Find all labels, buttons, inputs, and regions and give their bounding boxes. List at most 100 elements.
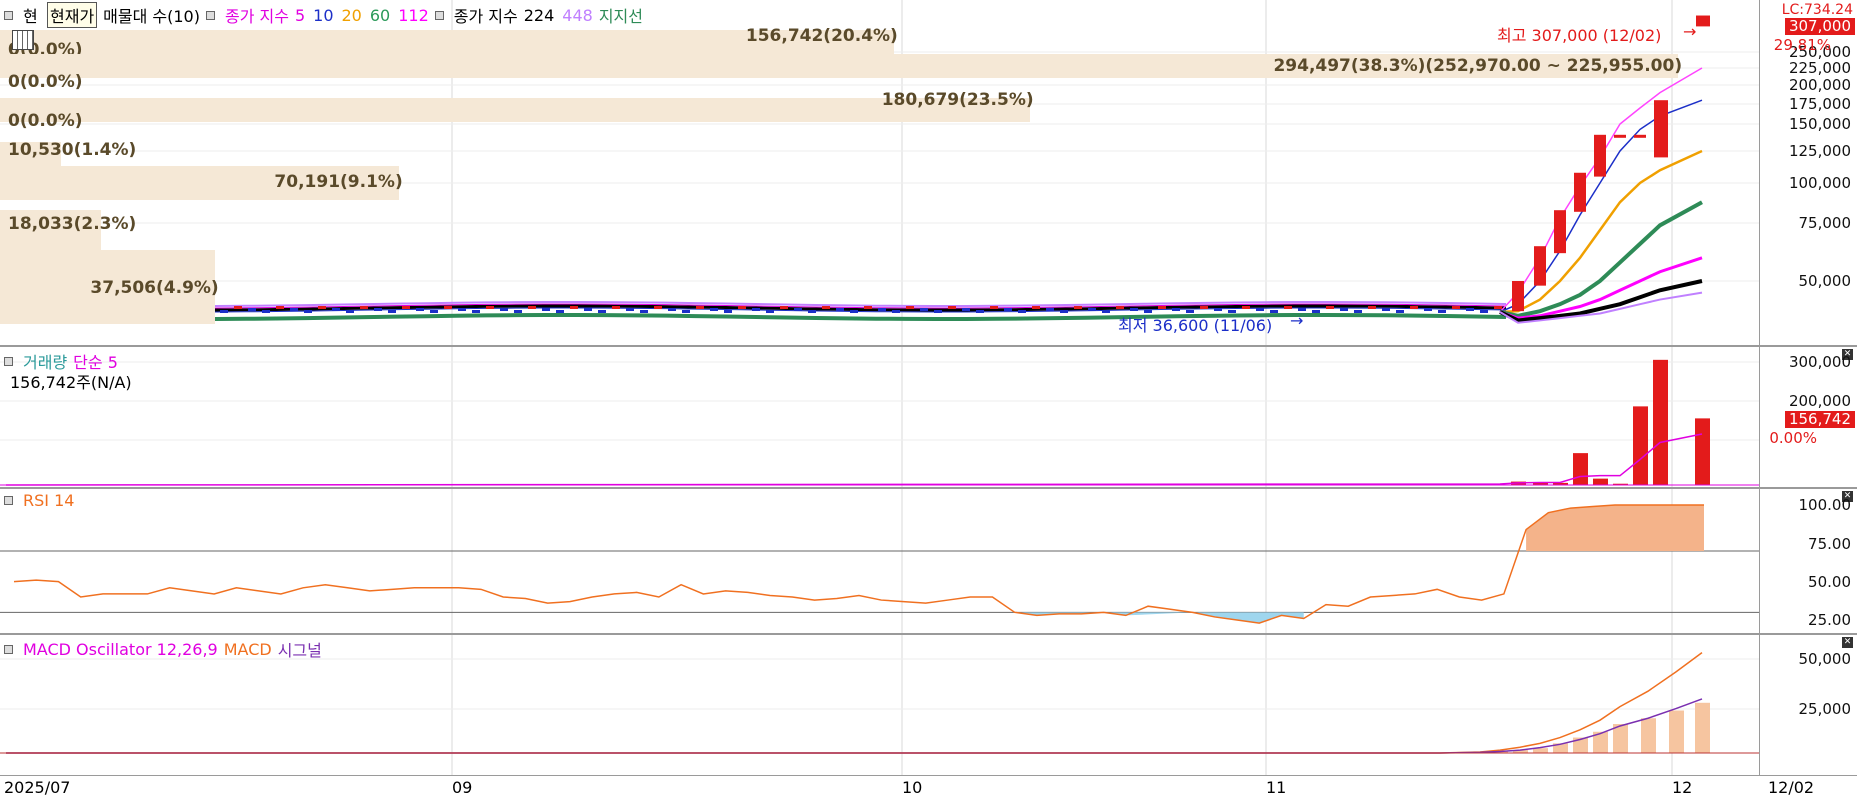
candle bbox=[1512, 281, 1524, 312]
x-axis-label: 10 bbox=[902, 778, 923, 797]
candle bbox=[346, 310, 354, 313]
axis-tick: 200,000 bbox=[1788, 76, 1851, 94]
volume-profile-label: 37,506(4.9%) bbox=[90, 278, 219, 298]
signal-label: 시그널 bbox=[277, 641, 322, 660]
calculator-icon[interactable] bbox=[12, 30, 34, 50]
x-axis-label: 11 bbox=[1266, 778, 1287, 797]
candle bbox=[388, 310, 396, 313]
support-line bbox=[5, 313, 1507, 321]
rsi-pane: RSI 14 ✕ 100.00 75.00 50.00 25.00 bbox=[0, 489, 1857, 635]
candle bbox=[1354, 310, 1362, 313]
candle bbox=[458, 308, 466, 311]
volume-profile-label: 156,742(20.4%) bbox=[745, 26, 898, 46]
volume-profile-label: 180,679(23.5%) bbox=[881, 90, 1034, 110]
rsi-chart bbox=[0, 489, 1760, 633]
macd-axis[interactable]: ✕ 50,000 25,000 bbox=[1759, 635, 1857, 775]
candle bbox=[1130, 308, 1138, 311]
volume-bar bbox=[1695, 418, 1710, 485]
axis-tick: 125,000 bbox=[1788, 142, 1851, 160]
axis-tick: 25.00 bbox=[1808, 611, 1851, 629]
candle bbox=[780, 306, 788, 309]
macd-osc-label: MACD Oscillator 12,26,9 bbox=[23, 639, 218, 659]
candle bbox=[962, 308, 970, 311]
axis-tick: 25,000 bbox=[1798, 700, 1852, 718]
volume-profile-label: 294,497(38.3%)(252,970.00 ~ 225,955.00) bbox=[1273, 56, 1683, 76]
tab-left[interactable]: 현 bbox=[23, 3, 41, 27]
axis-tick: 225,000 bbox=[1788, 59, 1851, 77]
axis-tick: 50,000 bbox=[1798, 272, 1852, 290]
candle bbox=[360, 306, 368, 309]
close-icon[interactable]: ✕ bbox=[1842, 637, 1853, 648]
candle bbox=[1634, 134, 1646, 138]
ma-period-112: 112 bbox=[398, 5, 429, 25]
rsi-axis[interactable]: ✕ 100.00 75.00 50.00 25.00 bbox=[1759, 489, 1857, 633]
candle bbox=[1004, 308, 1012, 311]
candle bbox=[402, 306, 410, 309]
candle bbox=[920, 308, 928, 311]
candle bbox=[416, 308, 424, 311]
axis-tick: 50.00 bbox=[1808, 573, 1851, 591]
toggle-icon[interactable] bbox=[434, 10, 444, 20]
candle bbox=[542, 308, 550, 311]
toggle-icon[interactable] bbox=[4, 356, 13, 366]
volume-bar bbox=[1593, 478, 1608, 485]
candle bbox=[1382, 308, 1390, 311]
candle bbox=[1594, 134, 1606, 177]
candle bbox=[1696, 15, 1710, 27]
candle bbox=[1340, 308, 1348, 311]
signal-line bbox=[6, 698, 1703, 754]
ma2-periods: 224 448 bbox=[524, 6, 593, 25]
candle bbox=[752, 308, 760, 311]
current-price-tag: 307,000 bbox=[1784, 18, 1855, 35]
candle bbox=[976, 310, 984, 313]
candle bbox=[598, 310, 606, 313]
candle bbox=[570, 306, 578, 309]
candle bbox=[640, 310, 648, 313]
candle bbox=[1284, 306, 1292, 309]
x-axis-label: 12 bbox=[1672, 778, 1693, 797]
high-arrow-icon: → bbox=[1683, 22, 1697, 41]
volume-axis[interactable]: ✕ 300,000 200,000 156,742 0.00% bbox=[1759, 347, 1857, 487]
candle bbox=[1410, 306, 1418, 309]
volume-bar bbox=[1633, 406, 1648, 485]
tab-current-price[interactable]: 현재가 bbox=[47, 2, 98, 28]
candle bbox=[864, 306, 872, 309]
volume-pct: 0.00% bbox=[1769, 429, 1817, 447]
axis-tick: 300,000 bbox=[1788, 353, 1851, 371]
axis-tick: 75.00 bbox=[1808, 535, 1851, 553]
axis-tick: 75,000 bbox=[1798, 214, 1852, 232]
candle bbox=[1242, 306, 1250, 309]
candle bbox=[220, 310, 228, 313]
toggle-icon[interactable] bbox=[4, 496, 13, 505]
candle bbox=[766, 310, 774, 313]
ma2-period-224: 224 bbox=[523, 5, 555, 25]
toggle-icon[interactable] bbox=[4, 10, 13, 20]
volume-profile-label: 18,033(2.3%) bbox=[8, 214, 137, 234]
volume-chart bbox=[0, 347, 1760, 487]
candle bbox=[990, 306, 998, 309]
candle bbox=[668, 308, 676, 311]
candle bbox=[528, 306, 536, 309]
candle bbox=[1158, 306, 1166, 309]
support-label: 지지선 bbox=[598, 7, 643, 26]
candle bbox=[1214, 308, 1222, 311]
candle bbox=[1256, 308, 1264, 311]
candle bbox=[444, 306, 452, 309]
x-axis: 2025/07 09 10 11 12 12/02 bbox=[0, 776, 1857, 809]
ma-period-5: 5 bbox=[294, 5, 306, 25]
ma-label: 종가 지수 bbox=[224, 7, 289, 26]
candle bbox=[1396, 310, 1404, 313]
candle bbox=[892, 310, 900, 313]
candle bbox=[318, 306, 326, 309]
toggle-icon[interactable] bbox=[4, 644, 13, 654]
volume-profile-bar bbox=[0, 98, 1030, 122]
candle bbox=[1574, 172, 1586, 212]
candle bbox=[1554, 210, 1566, 254]
toggle-icon[interactable] bbox=[205, 10, 215, 20]
x-axis-right-label: 12/02 bbox=[1768, 778, 1815, 797]
volume-bar bbox=[1573, 453, 1588, 485]
price-axis[interactable]: LC:734.24 250,000 225,000 200,000 175,000 15… bbox=[1759, 0, 1857, 345]
macd-pane: MACD Oscillator 12,26,9 MACD 시그널 ✕ 50,00… bbox=[0, 635, 1857, 776]
candle bbox=[1060, 310, 1068, 313]
candle bbox=[1452, 306, 1460, 309]
